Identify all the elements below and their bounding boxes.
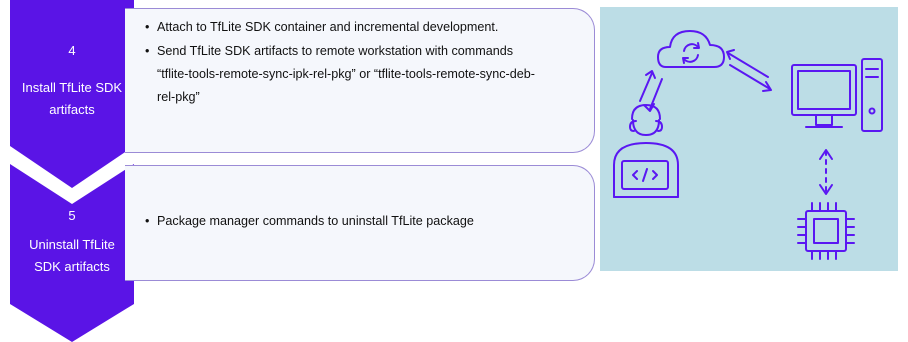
step-number: 5 [68, 208, 76, 223]
bullet-item: Package manager commands to uninstall Tf… [145, 210, 578, 233]
step-label: Uninstall TfLite SDK artifacts [29, 237, 115, 274]
bullet-item: Send TfLite SDK artifacts to remote work… [145, 40, 578, 109]
illustration-svg [613, 30, 883, 260]
bidirectional-arrow-icon [819, 149, 833, 195]
workflow-illustration [600, 7, 898, 271]
chip-icon [797, 202, 855, 260]
step-number: 4 [68, 43, 76, 58]
workstation-icon [791, 58, 883, 132]
step-label: Install TfLite SDK artifacts [21, 80, 123, 117]
step-4-chevron: 4 Install TfLite SDK artifacts [10, 0, 134, 188]
step-5-chevron: 5 Uninstall TfLite SDK artifacts [10, 164, 134, 342]
step-4-details: Attach to TfLite SDK container and incre… [125, 8, 595, 153]
bidirectional-arrow-icon [726, 49, 772, 92]
developer-laptop-icon [613, 104, 679, 198]
bullet-item: Attach to TfLite SDK container and incre… [145, 16, 578, 39]
cloud-sync-icon [657, 30, 725, 68]
step-5-details: Package manager commands to uninstall Tf… [125, 165, 595, 281]
